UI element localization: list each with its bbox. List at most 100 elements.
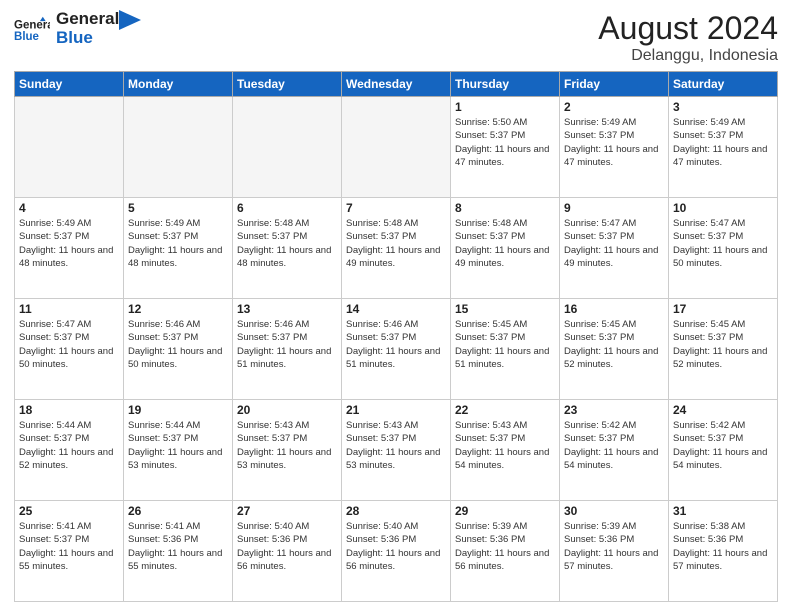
day-number: 8 (455, 201, 555, 215)
calendar-week-row: 11 Sunrise: 5:47 AM Sunset: 5:37 PM Dayli… (15, 299, 778, 400)
day-info: Sunrise: 5:39 AM Sunset: 5:36 PM Dayligh… (564, 520, 664, 573)
month-year: August 2024 (598, 10, 778, 47)
day-info: Sunrise: 5:47 AM Sunset: 5:37 PM Dayligh… (564, 217, 664, 270)
day-info: Sunrise: 5:41 AM Sunset: 5:37 PM Dayligh… (19, 520, 119, 573)
day-number: 22 (455, 403, 555, 417)
day-number: 5 (128, 201, 228, 215)
day-info: Sunrise: 5:47 AM Sunset: 5:37 PM Dayligh… (19, 318, 119, 371)
day-info: Sunrise: 5:44 AM Sunset: 5:37 PM Dayligh… (19, 419, 119, 472)
day-info: Sunrise: 5:46 AM Sunset: 5:37 PM Dayligh… (128, 318, 228, 371)
table-row: 14 Sunrise: 5:46 AM Sunset: 5:37 PM Dayli… (342, 299, 451, 400)
day-info: Sunrise: 5:49 AM Sunset: 5:37 PM Dayligh… (673, 116, 773, 169)
day-number: 7 (346, 201, 446, 215)
day-number: 20 (237, 403, 337, 417)
day-info: Sunrise: 5:43 AM Sunset: 5:37 PM Dayligh… (455, 419, 555, 472)
calendar-header-row: Sunday Monday Tuesday Wednesday Thursday… (15, 72, 778, 97)
day-info: Sunrise: 5:47 AM Sunset: 5:37 PM Dayligh… (673, 217, 773, 270)
table-row: 18 Sunrise: 5:44 AM Sunset: 5:37 PM Dayli… (15, 400, 124, 501)
table-row (15, 97, 124, 198)
table-row: 10 Sunrise: 5:47 AM Sunset: 5:37 PM Dayli… (669, 198, 778, 299)
table-row: 11 Sunrise: 5:47 AM Sunset: 5:37 PM Dayli… (15, 299, 124, 400)
table-row: 15Sunrise: 5:45 AM Sunset: 5:37 PM Dayli… (451, 299, 560, 400)
table-row: 13 Sunrise: 5:46 AM Sunset: 5:37 PM Dayli… (233, 299, 342, 400)
day-number: 31 (673, 504, 773, 518)
col-monday: Monday (124, 72, 233, 97)
table-row: 28 Sunrise: 5:40 AM Sunset: 5:36 PM Dayli… (342, 501, 451, 602)
day-number: 12 (128, 302, 228, 316)
day-info: Sunrise: 5:41 AM Sunset: 5:36 PM Dayligh… (128, 520, 228, 573)
day-info: Sunrise: 5:48 AM Sunset: 5:37 PM Dayligh… (455, 217, 555, 270)
table-row: 16Sunrise: 5:45 AM Sunset: 5:37 PM Dayli… (560, 299, 669, 400)
table-row: 17 Sunrise: 5:45 AM Sunset: 5:37 PM Dayli… (669, 299, 778, 400)
day-number: 16 (564, 302, 664, 316)
table-row (342, 97, 451, 198)
calendar-week-row: 4 Sunrise: 5:49 AM Sunset: 5:37 PM Daylig… (15, 198, 778, 299)
table-row: 20 Sunrise: 5:43 AM Sunset: 5:37 PM Dayli… (233, 400, 342, 501)
table-row: 23 Sunrise: 5:42 AM Sunset: 5:37 PM Dayli… (560, 400, 669, 501)
day-number: 30 (564, 504, 664, 518)
day-info: Sunrise: 5:45 AM Sunset: 5:37 PM Dayligh… (673, 318, 773, 371)
day-number: 17 (673, 302, 773, 316)
day-number: 6 (237, 201, 337, 215)
day-number: 15 (455, 302, 555, 316)
day-info: Sunrise: 5:49 AM Sunset: 5:37 PM Dayligh… (19, 217, 119, 270)
col-thursday: Thursday (451, 72, 560, 97)
day-number: 10 (673, 201, 773, 215)
day-info: Sunrise: 5:43 AM Sunset: 5:37 PM Dayligh… (346, 419, 446, 472)
page: General Blue General Blue August 2024 De… (0, 0, 792, 612)
day-info: Sunrise: 5:42 AM Sunset: 5:37 PM Dayligh… (564, 419, 664, 472)
table-row: 2Sunrise: 5:49 AM Sunset: 5:37 PM Daylig… (560, 97, 669, 198)
col-saturday: Saturday (669, 72, 778, 97)
table-row: 5 Sunrise: 5:49 AM Sunset: 5:37 PM Daylig… (124, 198, 233, 299)
day-number: 19 (128, 403, 228, 417)
table-row: 29Sunrise: 5:39 AM Sunset: 5:36 PM Dayli… (451, 501, 560, 602)
logo-flag-icon (119, 10, 141, 38)
table-row: 3 Sunrise: 5:49 AM Sunset: 5:37 PM Daylig… (669, 97, 778, 198)
header: General Blue General Blue August 2024 De… (14, 10, 778, 65)
table-row: 4 Sunrise: 5:49 AM Sunset: 5:37 PM Daylig… (15, 198, 124, 299)
location: Delanggu, Indonesia (598, 47, 778, 65)
day-info: Sunrise: 5:50 AM Sunset: 5:37 PM Dayligh… (455, 116, 555, 169)
day-info: Sunrise: 5:46 AM Sunset: 5:37 PM Dayligh… (346, 318, 446, 371)
day-info: Sunrise: 5:40 AM Sunset: 5:36 PM Dayligh… (346, 520, 446, 573)
day-info: Sunrise: 5:49 AM Sunset: 5:37 PM Dayligh… (128, 217, 228, 270)
col-tuesday: Tuesday (233, 72, 342, 97)
calendar-table: Sunday Monday Tuesday Wednesday Thursday… (14, 71, 778, 602)
calendar-week-row: 25Sunrise: 5:41 AM Sunset: 5:37 PM Dayli… (15, 501, 778, 602)
day-info: Sunrise: 5:39 AM Sunset: 5:36 PM Dayligh… (455, 520, 555, 573)
day-number: 23 (564, 403, 664, 417)
table-row: 12 Sunrise: 5:46 AM Sunset: 5:37 PM Dayli… (124, 299, 233, 400)
title-block: August 2024 Delanggu, Indonesia (598, 10, 778, 65)
table-row: 19 Sunrise: 5:44 AM Sunset: 5:37 PM Dayli… (124, 400, 233, 501)
day-number: 14 (346, 302, 446, 316)
table-row: 9 Sunrise: 5:47 AM Sunset: 5:37 PM Daylig… (560, 198, 669, 299)
day-info: Sunrise: 5:38 AM Sunset: 5:36 PM Dayligh… (673, 520, 773, 573)
day-info: Sunrise: 5:44 AM Sunset: 5:37 PM Dayligh… (128, 419, 228, 472)
day-number: 28 (346, 504, 446, 518)
day-info: Sunrise: 5:49 AM Sunset: 5:37 PM Dayligh… (564, 116, 664, 169)
day-number: 26 (128, 504, 228, 518)
table-row: 26 Sunrise: 5:41 AM Sunset: 5:36 PM Dayli… (124, 501, 233, 602)
day-info: Sunrise: 5:42 AM Sunset: 5:37 PM Dayligh… (673, 419, 773, 472)
logo: General Blue General Blue (14, 10, 141, 47)
day-info: Sunrise: 5:46 AM Sunset: 5:37 PM Dayligh… (237, 318, 337, 371)
table-row: 24Sunrise: 5:42 AM Sunset: 5:37 PM Dayli… (669, 400, 778, 501)
day-number: 9 (564, 201, 664, 215)
day-info: Sunrise: 5:43 AM Sunset: 5:37 PM Dayligh… (237, 419, 337, 472)
day-info: Sunrise: 5:48 AM Sunset: 5:37 PM Dayligh… (346, 217, 446, 270)
table-row: 1Sunrise: 5:50 AM Sunset: 5:37 PM Daylig… (451, 97, 560, 198)
day-number: 18 (19, 403, 119, 417)
day-number: 4 (19, 201, 119, 215)
logo-general-text: General (56, 10, 119, 29)
col-sunday: Sunday (15, 72, 124, 97)
day-number: 11 (19, 302, 119, 316)
table-row (233, 97, 342, 198)
col-friday: Friday (560, 72, 669, 97)
day-number: 13 (237, 302, 337, 316)
table-row: 6Sunrise: 5:48 AM Sunset: 5:37 PM Daylig… (233, 198, 342, 299)
table-row: 22 Sunrise: 5:43 AM Sunset: 5:37 PM Dayli… (451, 400, 560, 501)
table-row: 27Sunrise: 5:40 AM Sunset: 5:36 PM Dayli… (233, 501, 342, 602)
calendar-week-row: 18 Sunrise: 5:44 AM Sunset: 5:37 PM Dayli… (15, 400, 778, 501)
day-number: 3 (673, 100, 773, 114)
logo-blue-text: Blue (56, 29, 119, 48)
